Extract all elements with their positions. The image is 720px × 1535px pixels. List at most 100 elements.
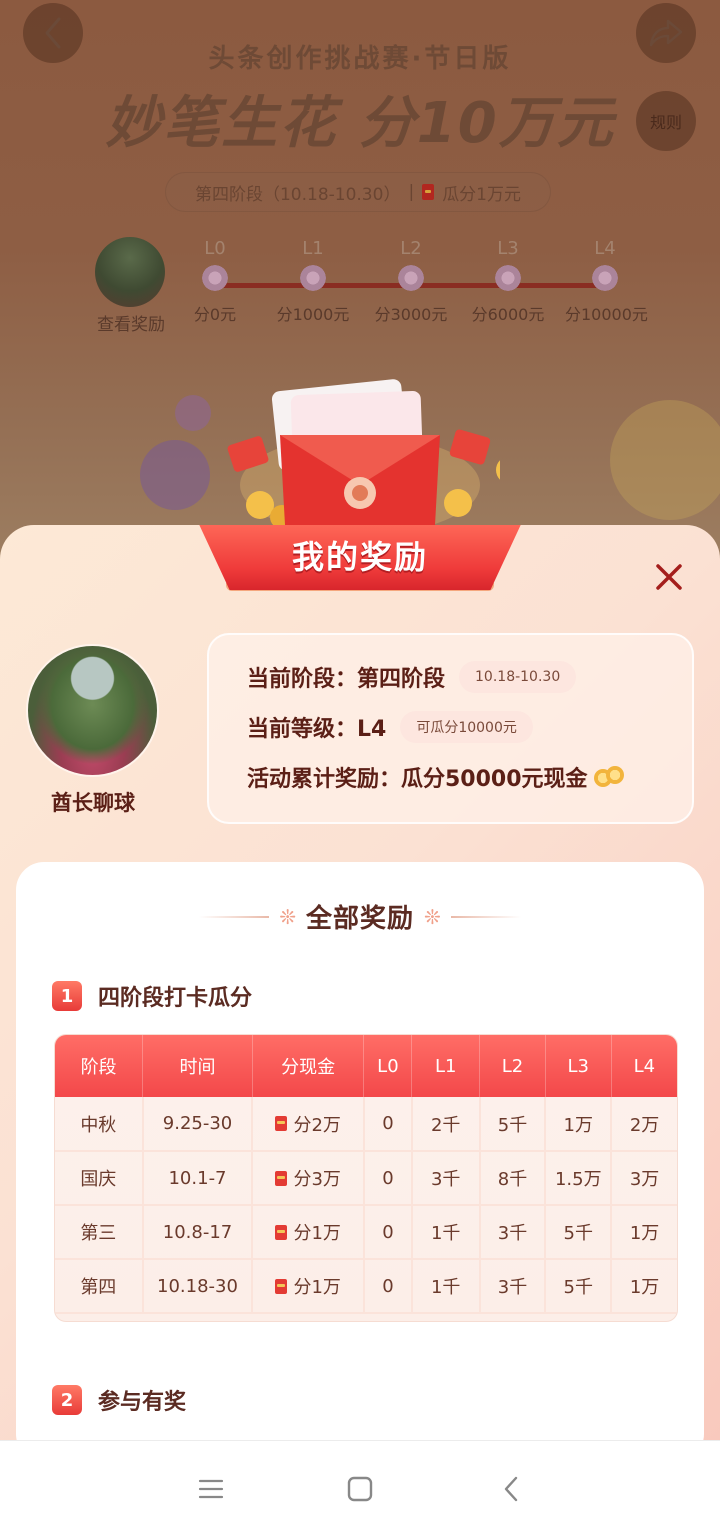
table-cell: 1千	[411, 1205, 481, 1260]
divider	[450, 915, 521, 918]
level-amount: 分1000元	[276, 305, 350, 324]
menu-icon	[198, 1479, 224, 1499]
table-cell: 分2万	[252, 1097, 365, 1152]
table-cell: 分1万	[252, 1205, 365, 1260]
flower-icon	[590, 263, 620, 293]
table-cell: 2千	[411, 1097, 481, 1152]
table-cell: 3千	[479, 1259, 547, 1314]
coin-icon	[593, 766, 628, 788]
table-cell: 5千	[545, 1259, 613, 1314]
level-amount: 分0元	[193, 305, 237, 324]
stage-pill-reward: 瓜分1万元	[442, 184, 522, 205]
stage-pill-divider: |	[408, 182, 415, 202]
level-code: L3	[497, 238, 519, 259]
table-cell: 0	[363, 1205, 413, 1260]
cumulative-reward-label: 活动累计奖励：瓜分50000元现金	[247, 767, 588, 792]
level-amount: 分10000元	[565, 305, 648, 324]
table-header: L4	[611, 1035, 677, 1097]
table-cell: 分1万	[252, 1259, 365, 1314]
section-number-badge: 1	[52, 981, 82, 1011]
table-cell: 0	[363, 1097, 413, 1152]
flower-icon	[200, 263, 230, 293]
section-2-title: 2 参与有奖	[52, 1384, 186, 1416]
level-code: L1	[302, 238, 324, 259]
table-cell: 1万	[611, 1259, 677, 1314]
table-cell: 0	[363, 1259, 413, 1314]
table-cell: 3千	[411, 1151, 481, 1206]
section-1-title: 1 四阶段打卡瓜分	[52, 980, 252, 1012]
table-header: 分现金	[252, 1035, 365, 1097]
section-title-text: 参与有奖	[98, 1390, 187, 1415]
table-cell: 5千	[545, 1205, 613, 1260]
status-card: 当前阶段：第四阶段 10.18-10.30 当前等级：L4 可瓜分10000元 …	[207, 633, 694, 824]
table-row: 第三 10.8-17 分1万 0 1千 3千 5千 1万	[55, 1205, 677, 1260]
red-packet-icon	[275, 1170, 288, 1186]
red-packet-icon	[275, 1116, 288, 1131]
all-rewards-title: 全部奖励	[305, 904, 414, 934]
event-subtitle: 头条创作挑战赛·节日版	[208, 44, 512, 74]
table-header-row: 阶段 时间 分现金 L0 L1 L2 L3 L4	[55, 1035, 677, 1097]
cumulative-reward-row: 活动累计奖励：瓜分50000元现金	[247, 761, 628, 793]
view-rewards-link[interactable]: 查看奖励	[85, 310, 177, 335]
table-header: L2	[479, 1035, 546, 1097]
home-button[interactable]	[340, 1469, 380, 1509]
sheet-title: 我的奖励	[291, 538, 428, 576]
user-avatar	[26, 644, 159, 777]
sheet-banner: 我的奖励	[197, 525, 523, 590]
table-row: 第四 10.18-30 分1万 0 1千 3千 5千 1万	[55, 1259, 677, 1314]
level-amount: 分6000元	[471, 305, 545, 324]
table-cell: 分3万	[252, 1151, 365, 1206]
table-cell: 9.25-30	[142, 1097, 254, 1152]
red-packet-illustration	[227, 379, 500, 535]
level-code: L4	[594, 238, 616, 259]
table-cell: 1.5万	[545, 1151, 613, 1206]
avatar[interactable]	[95, 237, 165, 307]
all-rewards-card: ❊ 全部奖励 ❊ 1 四阶段打卡瓜分 阶段 时间 分现金 L0 L1 L2 L3…	[16, 862, 704, 1440]
table-header: L0	[363, 1035, 413, 1097]
table-cell: 1千	[411, 1259, 481, 1314]
cash-share: 分1万	[293, 1223, 341, 1244]
menu-button[interactable]	[191, 1469, 231, 1509]
event-title: 妙笔生花 分10万元	[105, 91, 615, 156]
table-cell: 10.8-17	[142, 1205, 254, 1260]
table-cell: 5千	[479, 1097, 547, 1152]
table-cell: 3万	[611, 1151, 677, 1206]
sparkle-icon: ❊	[424, 904, 441, 929]
table-row: 国庆 10.1-7 分3万 0 3千 8千 1.5万 3万	[55, 1151, 677, 1206]
stage-pill: 第四阶段（10.18-10.30） | 瓜分1万元	[165, 172, 551, 212]
flower-icon	[298, 263, 328, 293]
table-cell: 国庆	[55, 1151, 144, 1206]
table-cell: 2万	[611, 1097, 677, 1152]
table-cell: 1万	[545, 1097, 613, 1152]
level-marker-l2: L2 分3000元	[371, 238, 451, 325]
user-name: 酋长聊球	[51, 791, 135, 815]
table-cell: 3千	[479, 1205, 547, 1260]
level-code: L2	[400, 238, 422, 259]
level-amount: 分3000元	[374, 305, 448, 324]
cash-share: 分3万	[293, 1169, 341, 1190]
divider	[199, 915, 270, 918]
flower-decoration	[175, 395, 211, 431]
table-header: 时间	[142, 1035, 253, 1097]
flower-icon	[493, 263, 523, 293]
current-level-row: 当前等级：L4 可瓜分10000元	[247, 711, 533, 743]
level-code: L0	[204, 238, 226, 259]
close-button[interactable]	[648, 556, 690, 598]
stage-dates-chip: 10.18-10.30	[459, 661, 577, 693]
flower-decoration	[610, 400, 720, 520]
nav-back-button[interactable]	[491, 1469, 531, 1509]
table-cell: 0	[363, 1151, 413, 1206]
table-header: L1	[411, 1035, 481, 1097]
red-packet-icon	[275, 1224, 288, 1240]
cash-share: 分1万	[293, 1277, 341, 1298]
red-packet-icon	[422, 184, 435, 200]
section-title-text: 四阶段打卡瓜分	[98, 986, 253, 1011]
table-header: 阶段	[55, 1035, 144, 1097]
table-cell: 8千	[479, 1151, 547, 1206]
my-rewards-sheet: 我的奖励 酋长聊球 当前阶段：第四阶段 10.18-10.30 当前等级：L4 …	[0, 525, 720, 1440]
table-cell: 1万	[611, 1205, 677, 1260]
level-marker-l0: L0 分0元	[175, 238, 255, 325]
sparkle-icon: ❊	[279, 904, 296, 929]
table-cell: 第三	[55, 1205, 144, 1260]
level-marker-l1: L1 分1000元	[273, 238, 353, 325]
